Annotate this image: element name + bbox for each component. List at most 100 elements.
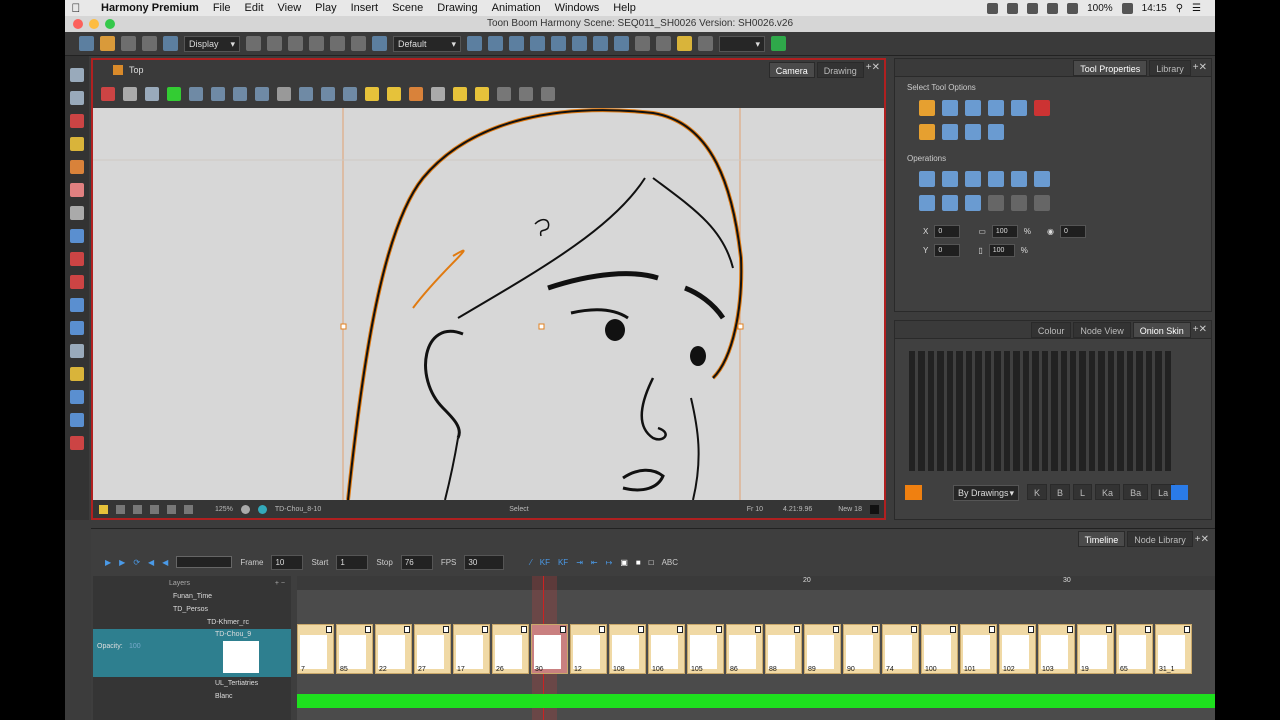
- line-icon[interactable]: [431, 87, 445, 101]
- menu-insert[interactable]: Insert: [351, 2, 379, 14]
- frame-thumbnail[interactable]: 26: [492, 624, 529, 674]
- reset-icon[interactable]: [519, 87, 533, 101]
- eraser-tool-icon[interactable]: [70, 183, 84, 197]
- onion-icon[interactable]: [497, 87, 511, 101]
- cut-icon[interactable]: [288, 36, 303, 51]
- distort-icon[interactable]: [1034, 195, 1050, 211]
- menu-file[interactable]: File: [213, 2, 231, 14]
- lock-icon[interactable]: [365, 87, 379, 101]
- mask-icon[interactable]: [321, 87, 335, 101]
- onion-button-k[interactable]: K: [1027, 484, 1048, 500]
- apple-icon[interactable]: : [65, 1, 87, 15]
- menu-help[interactable]: Help: [613, 2, 636, 14]
- menu-scene[interactable]: Scene: [392, 2, 423, 14]
- marquee-icon[interactable]: [942, 100, 958, 116]
- onion-button-l[interactable]: L: [1073, 484, 1093, 500]
- reset-view-icon[interactable]: [541, 87, 555, 101]
- rectangle-tool-icon[interactable]: [70, 229, 84, 243]
- frame-thumbnail[interactable]: 106: [648, 624, 685, 674]
- onion-button-b[interactable]: B: [1050, 484, 1071, 500]
- frame-thumbnail[interactable]: 108: [609, 624, 646, 674]
- add-tab-icon[interactable]: +✕: [1193, 62, 1207, 73]
- playback-speed-slider[interactable]: [176, 556, 233, 568]
- flip-vertical-icon[interactable]: [942, 171, 958, 187]
- snap-contour-icon[interactable]: [965, 100, 981, 116]
- app-name[interactable]: Harmony Premium: [101, 2, 199, 14]
- hierarchy-icon[interactable]: [614, 36, 629, 51]
- bone-icon[interactable]: [593, 36, 608, 51]
- tab-camera[interactable]: Camera: [768, 62, 815, 78]
- menu-windows[interactable]: Windows: [555, 2, 600, 14]
- add-tab-icon[interactable]: +✕: [1195, 534, 1209, 545]
- layer-funan-time[interactable]: Funan_Time: [93, 590, 291, 603]
- create-colour-art-icon[interactable]: [942, 195, 958, 211]
- shift-icon[interactable]: [698, 36, 713, 51]
- onion-mode-combo[interactable]: By Drawings ▾: [953, 485, 1019, 501]
- x-field[interactable]: 0: [934, 225, 961, 238]
- bulb-icon[interactable]: [453, 87, 467, 101]
- safe-area-icon[interactable]: [299, 87, 313, 101]
- contour-editor-icon[interactable]: [70, 91, 84, 105]
- clock[interactable]: 14:15: [1142, 3, 1167, 14]
- layer-ul-tertiatries[interactable]: UL_Tertiatries: [93, 677, 291, 690]
- angle-field[interactable]: 0: [1060, 225, 1087, 238]
- transform-icon[interactable]: [189, 87, 203, 101]
- permanent-selection-icon[interactable]: [1034, 100, 1050, 116]
- workspace-combo[interactable]: Default ▾: [393, 35, 461, 52]
- scale-icon[interactable]: [530, 36, 545, 51]
- tab-library[interactable]: Library: [1149, 59, 1191, 76]
- paint-bucket-icon[interactable]: [70, 252, 84, 266]
- onion-button-ka[interactable]: Ka: [1095, 484, 1121, 500]
- layer-td-khmer[interactable]: TD-Khmer_rc: [93, 616, 291, 629]
- library-icon[interactable]: [372, 36, 387, 51]
- select-strokes-icon[interactable]: [942, 124, 958, 140]
- abc-icon[interactable]: ABC: [662, 558, 678, 567]
- display-combo[interactable]: Display ▾: [184, 35, 240, 52]
- battery-icon[interactable]: [1121, 2, 1133, 14]
- convert-stroke-icon[interactable]: [1011, 195, 1027, 211]
- search-icon[interactable]: ⚲: [1176, 3, 1183, 14]
- deform-tool-icon[interactable]: [70, 390, 84, 404]
- save-all-icon[interactable]: [142, 36, 157, 51]
- close-window-button[interactable]: [73, 19, 83, 29]
- bucket-tool-icon[interactable]: [70, 436, 84, 450]
- onion-skin-toggle-icon[interactable]: ▣: [620, 558, 628, 567]
- menu-animation[interactable]: Animation: [492, 2, 541, 14]
- width-field[interactable]: 100: [991, 225, 1018, 238]
- frame-thumbnail[interactable]: 65: [1116, 624, 1153, 674]
- copy-icon[interactable]: [309, 36, 324, 51]
- redo-icon[interactable]: [267, 36, 282, 51]
- unlock-icon[interactable]: [387, 87, 401, 101]
- minimize-window-button[interactable]: [89, 19, 99, 29]
- lasso-icon[interactable]: [919, 100, 935, 116]
- home-icon[interactable]: [113, 65, 123, 75]
- layer-td-chou[interactable]: TD-Chou_9 Opacity: 100: [93, 629, 291, 677]
- skype-icon[interactable]: [987, 2, 999, 14]
- delete-icon[interactable]: [351, 36, 366, 51]
- tab-tool-properties[interactable]: Tool Properties: [1073, 59, 1148, 76]
- tab-node-view[interactable]: Node View: [1073, 321, 1131, 338]
- menu-view[interactable]: View: [278, 2, 302, 14]
- frame-thumbnail[interactable]: 105: [687, 624, 724, 674]
- transform-icon[interactable]: [488, 36, 503, 51]
- arrow-icon[interactable]: [145, 87, 159, 101]
- frame-thumbnail[interactable]: 27: [414, 624, 451, 674]
- play-icon[interactable]: ▶: [105, 558, 111, 567]
- cloud-icon[interactable]: [1007, 2, 1019, 14]
- pivot-icon[interactable]: [1011, 171, 1027, 187]
- extend-exposure-icon[interactable]: ↦: [606, 558, 613, 567]
- select-color-icon[interactable]: [965, 124, 981, 140]
- gear-icon[interactable]: [240, 504, 250, 514]
- frame-thumbnail[interactable]: 31_1: [1155, 624, 1192, 674]
- paste-icon[interactable]: [330, 36, 345, 51]
- height-field[interactable]: 100: [988, 244, 1015, 257]
- extra-combo[interactable]: ▾: [719, 35, 765, 52]
- dropper-tool-icon[interactable]: [70, 275, 84, 289]
- frame-thumbnail[interactable]: 103: [1038, 624, 1075, 674]
- add-keyframe-icon[interactable]: KF: [540, 558, 550, 567]
- smooth-icon[interactable]: [1034, 171, 1050, 187]
- frame-thumbnail[interactable]: 86: [726, 624, 763, 674]
- select-all-icon[interactable]: [988, 124, 1004, 140]
- fps-field[interactable]: 30: [464, 554, 505, 570]
- color-swatch[interactable]: [869, 504, 879, 514]
